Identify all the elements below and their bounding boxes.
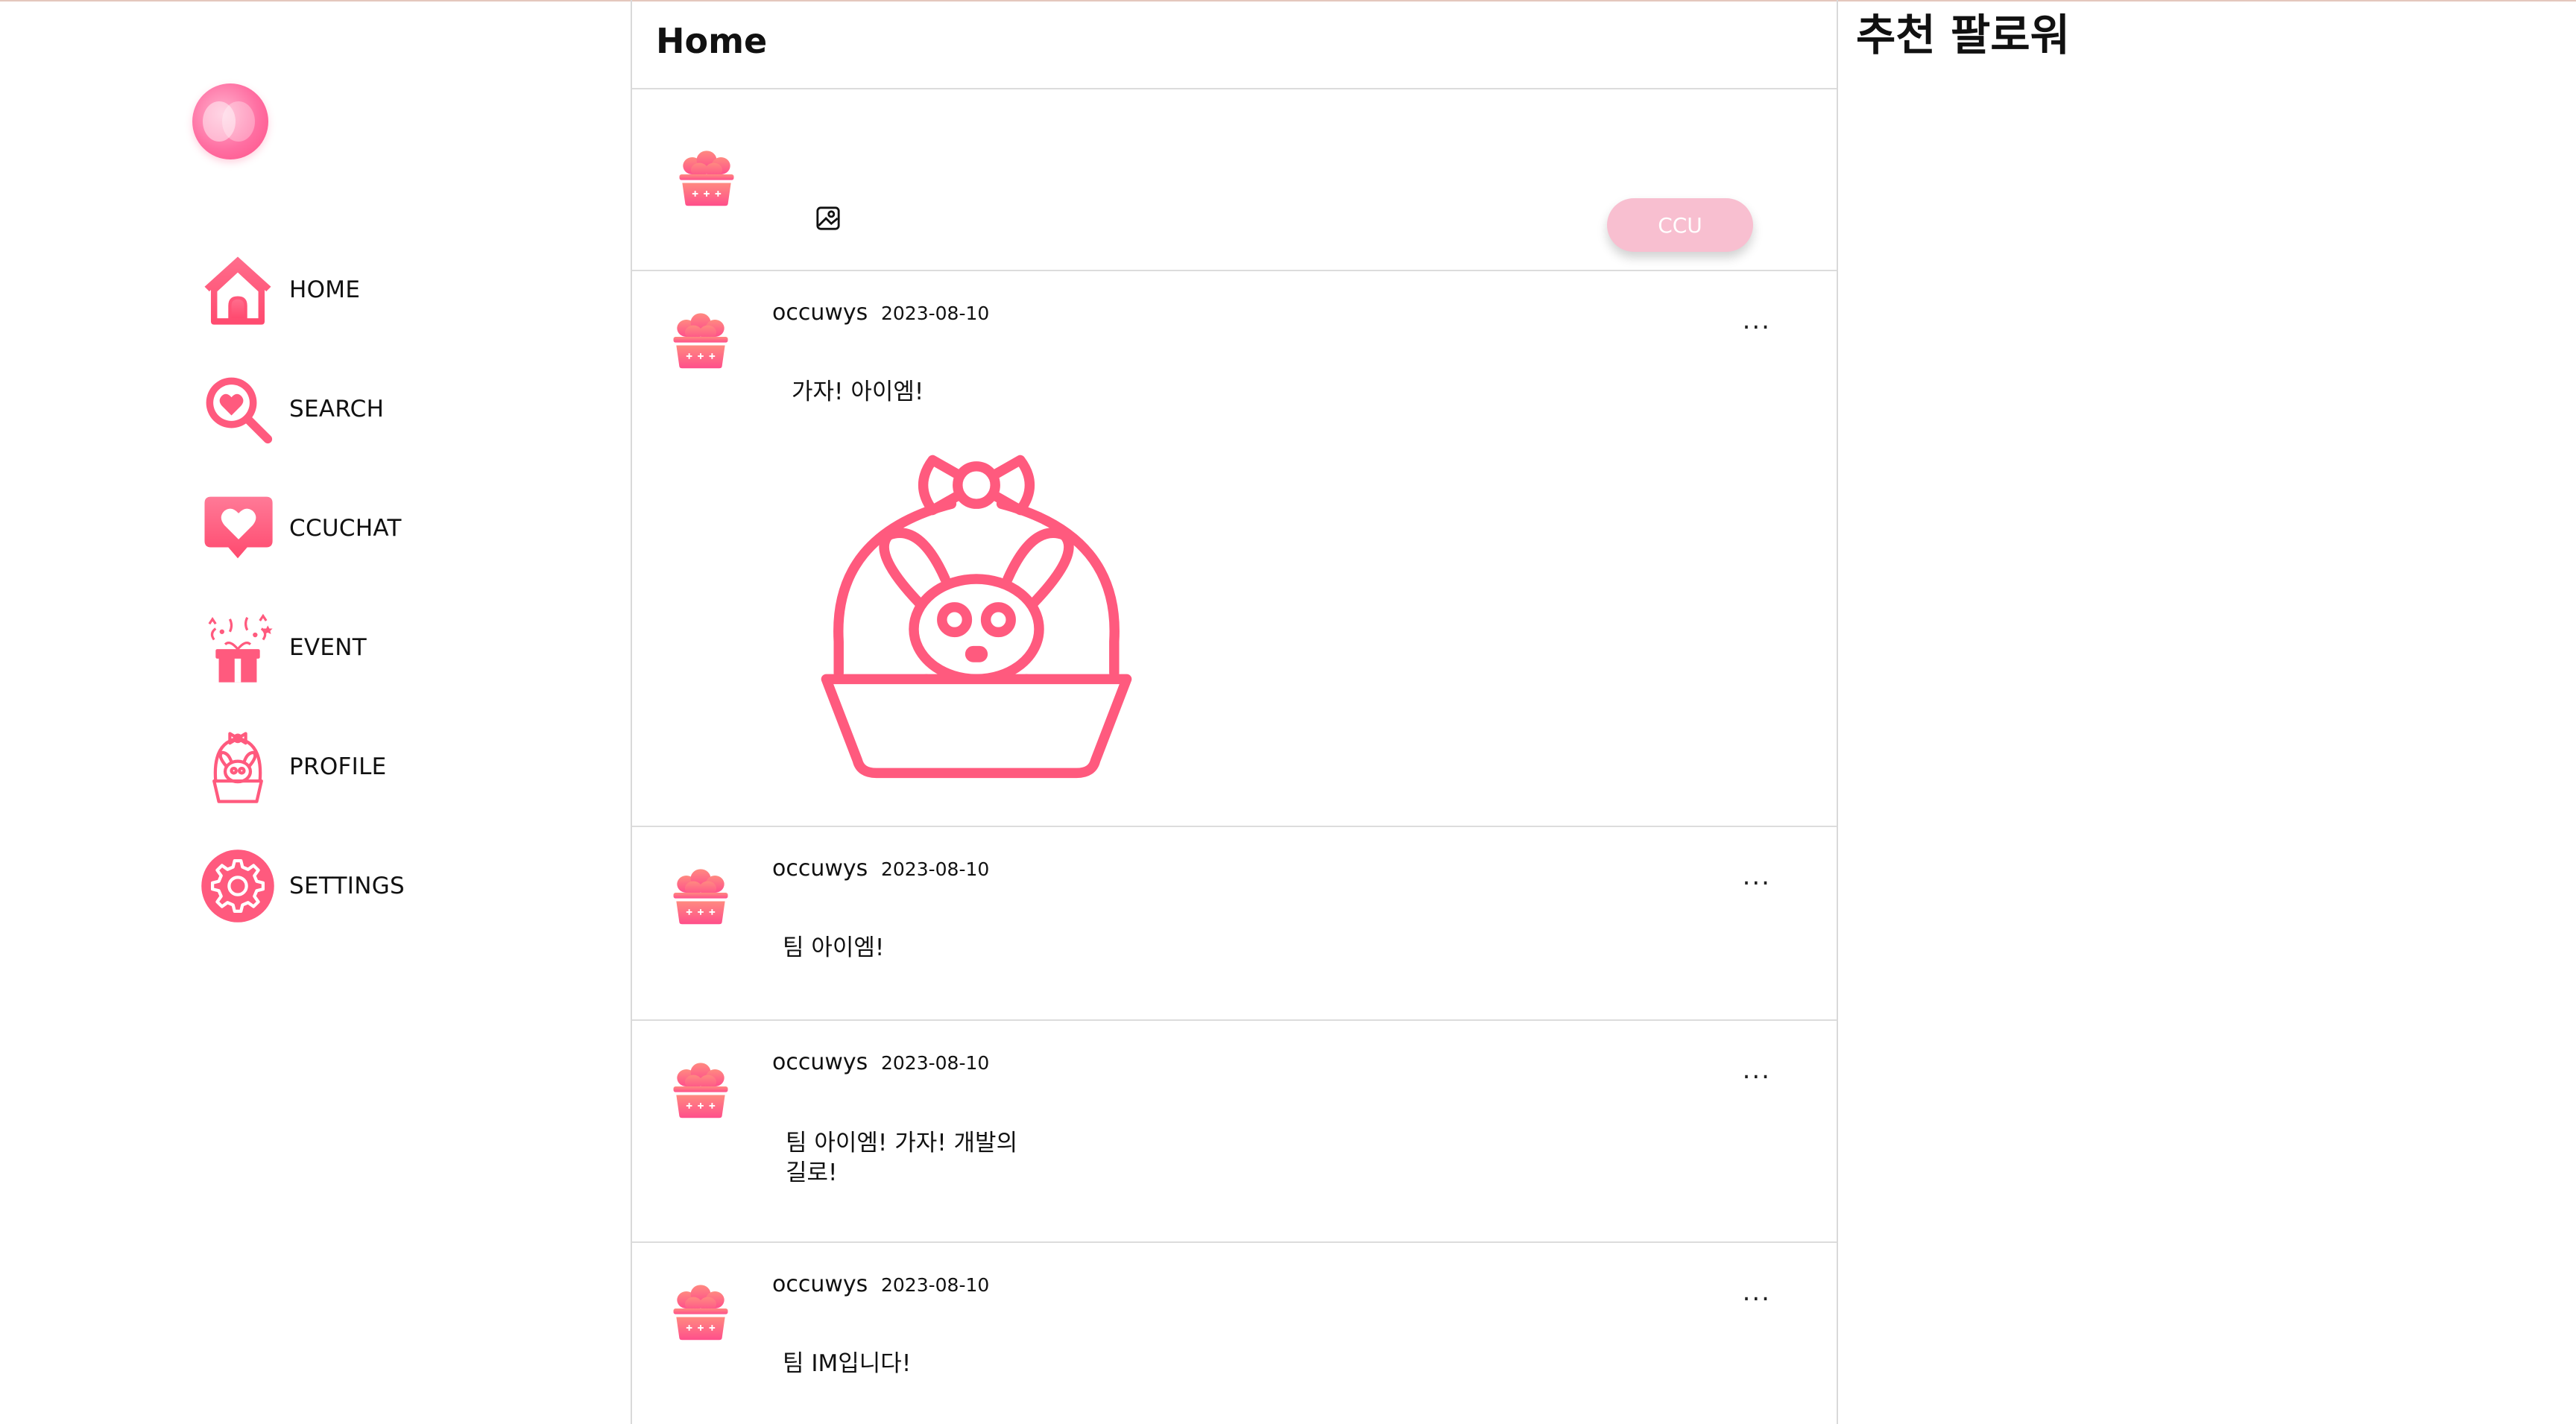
gear-icon <box>201 849 274 923</box>
recommended-followers-title: 추천 팔로워 <box>1856 10 2070 60</box>
post-text: 팀 아이엠! <box>783 934 885 961</box>
avatar[interactable] <box>665 1051 736 1122</box>
ccu-submit-button[interactable]: CCU <box>1607 198 1753 252</box>
post-text: 가자! 아이엠! <box>792 379 924 405</box>
sidebar-item-ccuchat[interactable]: CCUCHAT <box>198 487 541 569</box>
more-options-icon[interactable]: ... <box>1743 1055 1771 1085</box>
feed-post: occuwys 2023-08-10 ... 팀 아이엠! 가자! 개발의 길로… <box>632 1021 1837 1243</box>
search-heart-icon <box>206 377 273 444</box>
post-date: 2023-08-10 <box>881 1052 990 1074</box>
post-text: 팀 아이엠! 가자! 개발의 길로! <box>786 1130 1018 1186</box>
avatar[interactable] <box>665 301 736 373</box>
bunny-basket-icon <box>212 732 263 803</box>
more-options-icon[interactable]: ... <box>1743 861 1771 891</box>
avatar <box>679 151 734 206</box>
sidebar-item-label: CCUCHAT <box>289 515 402 542</box>
post-date: 2023-08-10 <box>881 1274 990 1296</box>
ccu-logo-icon[interactable] <box>192 83 268 159</box>
home-icon <box>204 256 271 325</box>
post-text: 팀 IM입니다! <box>783 1350 912 1377</box>
sidebar-item-profile[interactable]: PROFILE <box>198 726 541 808</box>
post-date: 2023-08-10 <box>881 303 990 324</box>
bunny-basket-icon <box>821 455 1132 779</box>
feed-header: Home <box>632 0 1837 89</box>
gift-icon <box>208 613 273 683</box>
sidebar-item-event[interactable]: EVENT <box>198 607 541 689</box>
more-options-icon[interactable]: ... <box>1743 1277 1771 1307</box>
sidebar-item-label: SEARCH <box>289 396 385 423</box>
sidebar: HOME SEARCH CCUCHAT EVENT PROFILE SETTIN… <box>0 0 631 1424</box>
more-options-icon[interactable]: ... <box>1743 306 1771 335</box>
sidebar-item-label: PROFILE <box>289 753 387 780</box>
avatar[interactable] <box>665 1273 736 1344</box>
page-title: Home <box>656 21 768 61</box>
sidebar-item-search[interactable]: SEARCH <box>198 368 541 450</box>
image-icon[interactable] <box>815 206 841 231</box>
sidebar-item-home[interactable]: HOME <box>198 249 541 331</box>
avatar[interactable] <box>665 857 736 928</box>
sidebar-item-label: SETTINGS <box>289 873 405 899</box>
post-username[interactable]: occuwys <box>772 300 868 326</box>
post-username[interactable]: occuwys <box>772 855 868 882</box>
sidebar-item-label: EVENT <box>289 634 367 661</box>
chat-heart-icon <box>204 496 273 559</box>
feed-post: occuwys 2023-08-10 ... 팀 IM입니다! <box>632 1243 1837 1424</box>
sidebar-item-label: HOME <box>289 276 361 303</box>
post-date: 2023-08-10 <box>881 858 990 880</box>
sidebar-item-settings[interactable]: SETTINGS <box>198 845 541 927</box>
post-username[interactable]: occuwys <box>772 1271 868 1297</box>
post-username[interactable]: occuwys <box>772 1049 868 1075</box>
feed-post: occuwys 2023-08-10 ... 팀 아이엠! <box>632 827 1837 1021</box>
home-feed: Home CCU occuwys 2023-08-10 ... 가자! 아이엠!… <box>631 0 1838 1424</box>
feed-post: occuwys 2023-08-10 ... 가자! 아이엠! <box>632 271 1837 827</box>
post-composer: CCU <box>632 89 1837 271</box>
